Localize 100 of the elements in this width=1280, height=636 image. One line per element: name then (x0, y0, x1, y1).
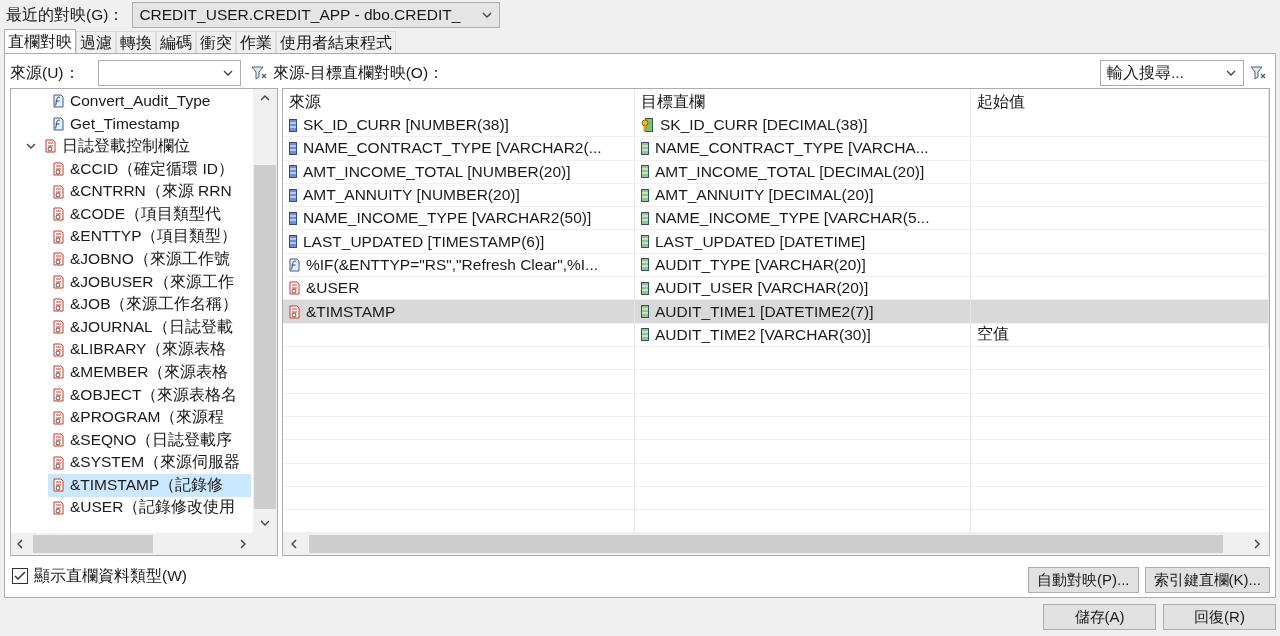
variable-icon (53, 433, 64, 448)
table-cell: %IF(&ENTTYP="RS","Refresh Clear",%I... (283, 253, 635, 277)
tree-item[interactable]: &CNTRRN（來源 RRN (11, 180, 251, 203)
variable-icon (53, 252, 64, 267)
tree-item[interactable]: &JOB（來源工作名稱） (11, 293, 251, 316)
checkbox-label: 顯示直欄資料類型(W) (34, 565, 187, 586)
column-icon (641, 211, 649, 225)
table-cell: AUDIT_TIME1 [DATETIME2(7)] (635, 300, 971, 323)
column-icon (641, 305, 649, 318)
tree-item[interactable]: &ENTTYP（項目類型） (11, 225, 251, 249)
table-cell: AMT_ANNUITY [NUMBER(20)] (283, 183, 635, 207)
tree-item[interactable]: Get_Timestamp (11, 112, 251, 136)
recent-mapping-label: 最近的對映(G)： (6, 4, 125, 25)
column-icon (641, 165, 649, 179)
filter-icon[interactable] (1250, 66, 1266, 80)
source-label: 來源(U)： (10, 62, 80, 83)
tree-item[interactable]: &TIMSTAMP（記錄修 (48, 474, 251, 497)
variable-icon (53, 478, 64, 493)
tree-item[interactable]: &SYSTEM（來源伺服器 (11, 451, 251, 475)
mapping-label: 來源-目標直欄對映(O)： (272, 62, 445, 83)
function-icon (289, 257, 300, 272)
table-cell: SK_ID_CURR [NUMBER(38)] (283, 114, 635, 137)
table-cell: SK_ID_CURR [DECIMAL(38)] (635, 114, 971, 137)
footer-button[interactable]: 回復(R) (1163, 604, 1276, 630)
recent-mapping-dropdown[interactable]: CREDIT_USER.CREDIT_APP - dbo.CREDIT_ (132, 2, 501, 28)
variable-icon (53, 455, 64, 470)
tree-item[interactable]: &CCID（確定循環 ID） (11, 157, 251, 181)
tree-item[interactable]: &USER（記錄修改使用 (11, 496, 251, 520)
table-cell: 空值 (971, 323, 1269, 346)
variable-icon (53, 162, 64, 177)
table-cell: &TIMSTAMP (283, 300, 635, 323)
variable-icon (53, 184, 64, 199)
variable-icon (53, 207, 64, 222)
variable-icon (53, 501, 64, 515)
tree-item[interactable]: &LIBRARY（來源表格 (11, 338, 251, 362)
tab[interactable]: 過濾 (76, 31, 116, 53)
tree-item[interactable]: &JOURNAL（日誌登載 (11, 315, 251, 339)
function-icon (53, 116, 64, 131)
vertical-scrollbar[interactable] (253, 89, 277, 533)
key-column-icon (641, 118, 654, 133)
column-header[interactable]: 起始值 (971, 89, 1269, 114)
variable-icon (289, 281, 300, 296)
column-icon (641, 258, 649, 272)
tab[interactable]: 作業 (236, 31, 276, 53)
column-icon (289, 118, 297, 132)
variable-icon (53, 320, 64, 335)
table-cell: NAME_CONTRACT_TYPE [VARCHA... (635, 137, 971, 160)
column-icon (289, 165, 297, 179)
variable-icon (53, 342, 64, 357)
table-cell: AUDIT_USER [VARCHAR(20)] (635, 277, 971, 300)
column-icon (641, 281, 649, 295)
variable-icon (289, 304, 300, 319)
tab[interactable]: 衝突 (196, 31, 236, 53)
table-cell: LAST_UPDATED [DATETIME] (635, 230, 971, 253)
variable-icon (53, 297, 64, 312)
column-icon (641, 328, 649, 342)
table-cell: AMT_ANNUITY [DECIMAL(20)] (635, 183, 971, 207)
tree-item[interactable]: &PROGRAM（來源程 (11, 406, 251, 429)
variable-icon (53, 410, 64, 425)
tab[interactable]: 轉換 (116, 31, 156, 53)
variable-icon (53, 365, 64, 380)
tree-item[interactable]: 日誌登載控制欄位 (11, 135, 251, 158)
tree-item[interactable]: &SEQNO（日誌登載序 (11, 428, 251, 452)
tree-item[interactable]: &CODE（項目類型代 (11, 202, 251, 226)
tree-item[interactable]: &OBJECT（來源表格名 (11, 383, 251, 407)
search-dropdown[interactable]: 輸入搜尋... (1100, 60, 1244, 86)
variable-icon (53, 388, 64, 402)
table-cell: AMT_INCOME_TOTAL [DECIMAL(20)] (635, 160, 971, 183)
column-icon (641, 235, 649, 249)
variable-icon (53, 229, 64, 244)
filter-icon[interactable] (250, 66, 267, 80)
table-cell: LAST_UPDATED [TIMESTAMP(6)] (283, 230, 635, 253)
column-icon (289, 235, 297, 249)
column-icon (289, 141, 297, 155)
table-cell: &USER (283, 277, 635, 300)
horizontal-scrollbar[interactable] (283, 533, 1269, 555)
table-cell: NAME_CONTRACT_TYPE [VARCHAR2(... (283, 137, 635, 160)
tab[interactable]: 直欄對映 (4, 29, 76, 53)
tree-item[interactable]: &JOBNO（來源工作號 (11, 248, 251, 271)
footer-button[interactable]: 儲存(A) (1043, 604, 1156, 630)
dialog-button[interactable]: 自動對映(P)... (1028, 567, 1139, 593)
checkbox[interactable] (12, 568, 28, 584)
dialog-button[interactable]: 索引鍵直欄(K)... (1144, 567, 1270, 593)
variable-icon (53, 275, 64, 290)
table-cell: AUDIT_TYPE [VARCHAR(20)] (635, 253, 971, 277)
function-icon (53, 94, 64, 109)
column-header[interactable]: 目標直欄 (635, 89, 971, 114)
table-cell: AUDIT_TIME2 [VARCHAR(30)] (635, 323, 971, 346)
column-icon (289, 211, 297, 225)
column-header[interactable]: 來源 (283, 89, 635, 114)
horizontal-scrollbar[interactable] (11, 533, 253, 555)
column-icon (641, 188, 649, 202)
tree-item[interactable]: Convert_Audit_Type (11, 90, 251, 113)
tab[interactable]: 使用者結束程式 (276, 31, 396, 53)
table-cell: AMT_INCOME_TOTAL [NUMBER(20)] (283, 160, 635, 183)
tree-item[interactable]: &JOBUSER（來源工作 (11, 270, 251, 294)
table-cell: NAME_INCOME_TYPE [VARCHAR2(50)] (283, 207, 635, 230)
column-icon (289, 188, 297, 202)
tree-item[interactable]: &MEMBER（來源表格 (11, 361, 251, 384)
tab[interactable]: 編碼 (156, 31, 196, 53)
